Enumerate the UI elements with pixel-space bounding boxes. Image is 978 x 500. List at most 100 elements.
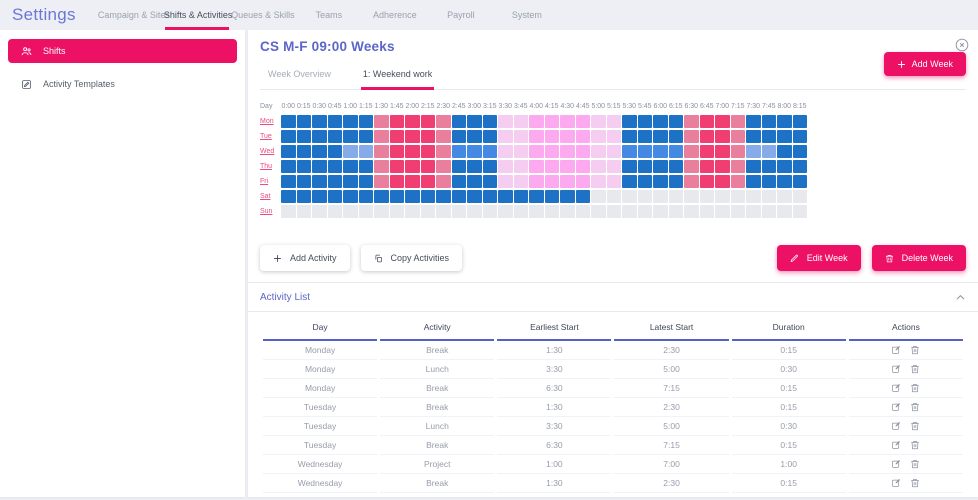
edit-row-icon[interactable] [891, 345, 901, 355]
schedule-cell-break-edge[interactable] [731, 115, 746, 128]
day-link-fri[interactable]: Fri [260, 178, 280, 185]
schedule-cell-lunch-edge[interactable] [591, 115, 606, 128]
schedule-cell-no-shift[interactable] [715, 205, 730, 218]
schedule-cell-break-core[interactable] [405, 175, 420, 188]
schedule-cell-break-edge[interactable] [436, 115, 451, 128]
schedule-cell-no-shift[interactable] [576, 205, 591, 218]
schedule-cell-lunch-core[interactable] [529, 130, 544, 143]
schedule-cell-lunch-core[interactable] [576, 145, 591, 158]
schedule-cell-lunch-core[interactable] [560, 160, 575, 173]
schedule-cell-lunch-edge[interactable] [498, 115, 513, 128]
schedule-cell-lunch-edge[interactable] [591, 130, 606, 143]
schedule-cell-shift-work[interactable] [483, 175, 498, 188]
edit-row-icon[interactable] [891, 402, 901, 412]
schedule-cell-no-shift[interactable] [746, 205, 761, 218]
schedule-cell-shift-work[interactable] [777, 130, 792, 143]
trash-icon[interactable] [910, 345, 920, 355]
schedule-cell-break-core[interactable] [700, 175, 715, 188]
schedule-cell-break-core[interactable] [700, 115, 715, 128]
schedule-cell-lunch-edge[interactable] [607, 160, 622, 173]
schedule-cell-break-core[interactable] [700, 160, 715, 173]
schedule-cell-shift-work[interactable] [793, 145, 808, 158]
schedule-cell-shift-work[interactable] [653, 130, 668, 143]
schedule-cell-no-shift[interactable] [607, 190, 622, 203]
schedule-cell-no-shift[interactable] [297, 205, 312, 218]
schedule-cell-shift-work[interactable] [483, 190, 498, 203]
nav-tab-shifts-activities[interactable]: Shifts & Activities [164, 0, 230, 30]
schedule-cell-break-core[interactable] [405, 130, 420, 143]
schedule-cell-shift-work[interactable] [328, 145, 343, 158]
schedule-cell-shift-work[interactable] [777, 115, 792, 128]
schedule-cell-no-shift[interactable] [762, 205, 777, 218]
schedule-cell-shift-work[interactable] [793, 130, 808, 143]
schedule-cell-shift-work[interactable] [328, 190, 343, 203]
schedule-cell-no-shift[interactable] [793, 190, 808, 203]
schedule-cell-break-edge[interactable] [731, 160, 746, 173]
schedule-cell-no-shift[interactable] [684, 190, 699, 203]
day-link-tue[interactable]: Tue [260, 133, 280, 140]
schedule-cell-shift-work[interactable] [793, 160, 808, 173]
schedule-cell-break-edge[interactable] [684, 130, 699, 143]
trash-icon[interactable] [910, 421, 920, 431]
schedule-cell-lunch-edge[interactable] [607, 175, 622, 188]
schedule-cell-no-shift[interactable] [560, 205, 575, 218]
schedule-cell-no-shift[interactable] [638, 190, 653, 203]
schedule-cell-break-edge[interactable] [374, 175, 389, 188]
schedule-cell-no-shift[interactable] [669, 205, 684, 218]
schedule-cell-shift-work[interactable] [281, 160, 296, 173]
nav-tab-campaign-sites[interactable]: Campaign & Sites [98, 0, 164, 30]
schedule-cell-shift-work[interactable] [343, 130, 358, 143]
schedule-cell-lunch-edge[interactable] [514, 145, 529, 158]
close-icon[interactable] [955, 38, 969, 52]
schedule-cell-no-shift[interactable] [452, 205, 467, 218]
schedule-cell-break-core[interactable] [421, 175, 436, 188]
schedule-cell-shift-work[interactable] [762, 175, 777, 188]
tab-week-overview[interactable]: Week Overview [266, 67, 333, 89]
nav-tab-adherence[interactable]: Adherence [362, 0, 428, 30]
schedule-cell-shift-work[interactable] [669, 160, 684, 173]
schedule-cell-lunch-core[interactable] [529, 115, 544, 128]
schedule-cell-break-edge[interactable] [684, 115, 699, 128]
schedule-cell-shift-work[interactable] [374, 190, 389, 203]
schedule-cell-shift-work[interactable] [746, 130, 761, 143]
schedule-cell-lunch-core[interactable] [545, 175, 560, 188]
schedule-cell-shift-work[interactable] [281, 130, 296, 143]
schedule-cell-break-core[interactable] [421, 130, 436, 143]
schedule-cell-project-edge[interactable] [343, 145, 358, 158]
schedule-cell-shift-work[interactable] [746, 160, 761, 173]
schedule-cell-break-core[interactable] [405, 145, 420, 158]
schedule-cell-lunch-core[interactable] [529, 160, 544, 173]
schedule-cell-shift-work[interactable] [297, 175, 312, 188]
schedule-cell-no-shift[interactable] [622, 190, 637, 203]
schedule-cell-project-edge[interactable] [746, 145, 761, 158]
schedule-cell-shift-work[interactable] [421, 190, 436, 203]
schedule-cell-lunch-edge[interactable] [498, 160, 513, 173]
schedule-cell-shift-work[interactable] [762, 160, 777, 173]
schedule-cell-lunch-edge[interactable] [514, 175, 529, 188]
schedule-cell-shift-work[interactable] [669, 130, 684, 143]
nav-tab-system[interactable]: System [494, 0, 560, 30]
sidebar-item-shifts[interactable]: Shifts [8, 39, 237, 63]
schedule-cell-no-shift[interactable] [436, 205, 451, 218]
schedule-cell-break-core[interactable] [390, 160, 405, 173]
schedule-cell-shift-work[interactable] [483, 160, 498, 173]
schedule-cell-shift-work[interactable] [328, 115, 343, 128]
schedule-cell-break-edge[interactable] [436, 160, 451, 173]
schedule-cell-no-shift[interactable] [731, 205, 746, 218]
schedule-cell-lunch-core[interactable] [560, 115, 575, 128]
schedule-cell-shift-work[interactable] [483, 130, 498, 143]
edit-row-icon[interactable] [891, 364, 901, 374]
schedule-cell-no-shift[interactable] [669, 190, 684, 203]
schedule-cell-shift-work[interactable] [328, 160, 343, 173]
schedule-cell-no-shift[interactable] [591, 205, 606, 218]
schedule-cell-no-shift[interactable] [762, 190, 777, 203]
schedule-cell-shift-work[interactable] [281, 190, 296, 203]
schedule-cell-shift-work[interactable] [343, 190, 358, 203]
schedule-cell-break-edge[interactable] [684, 145, 699, 158]
edit-row-icon[interactable] [891, 478, 901, 488]
schedule-cell-break-core[interactable] [405, 115, 420, 128]
schedule-cell-break-core[interactable] [700, 145, 715, 158]
schedule-cell-no-shift[interactable] [328, 205, 343, 218]
schedule-cell-break-edge[interactable] [374, 145, 389, 158]
schedule-cell-lunch-edge[interactable] [607, 130, 622, 143]
